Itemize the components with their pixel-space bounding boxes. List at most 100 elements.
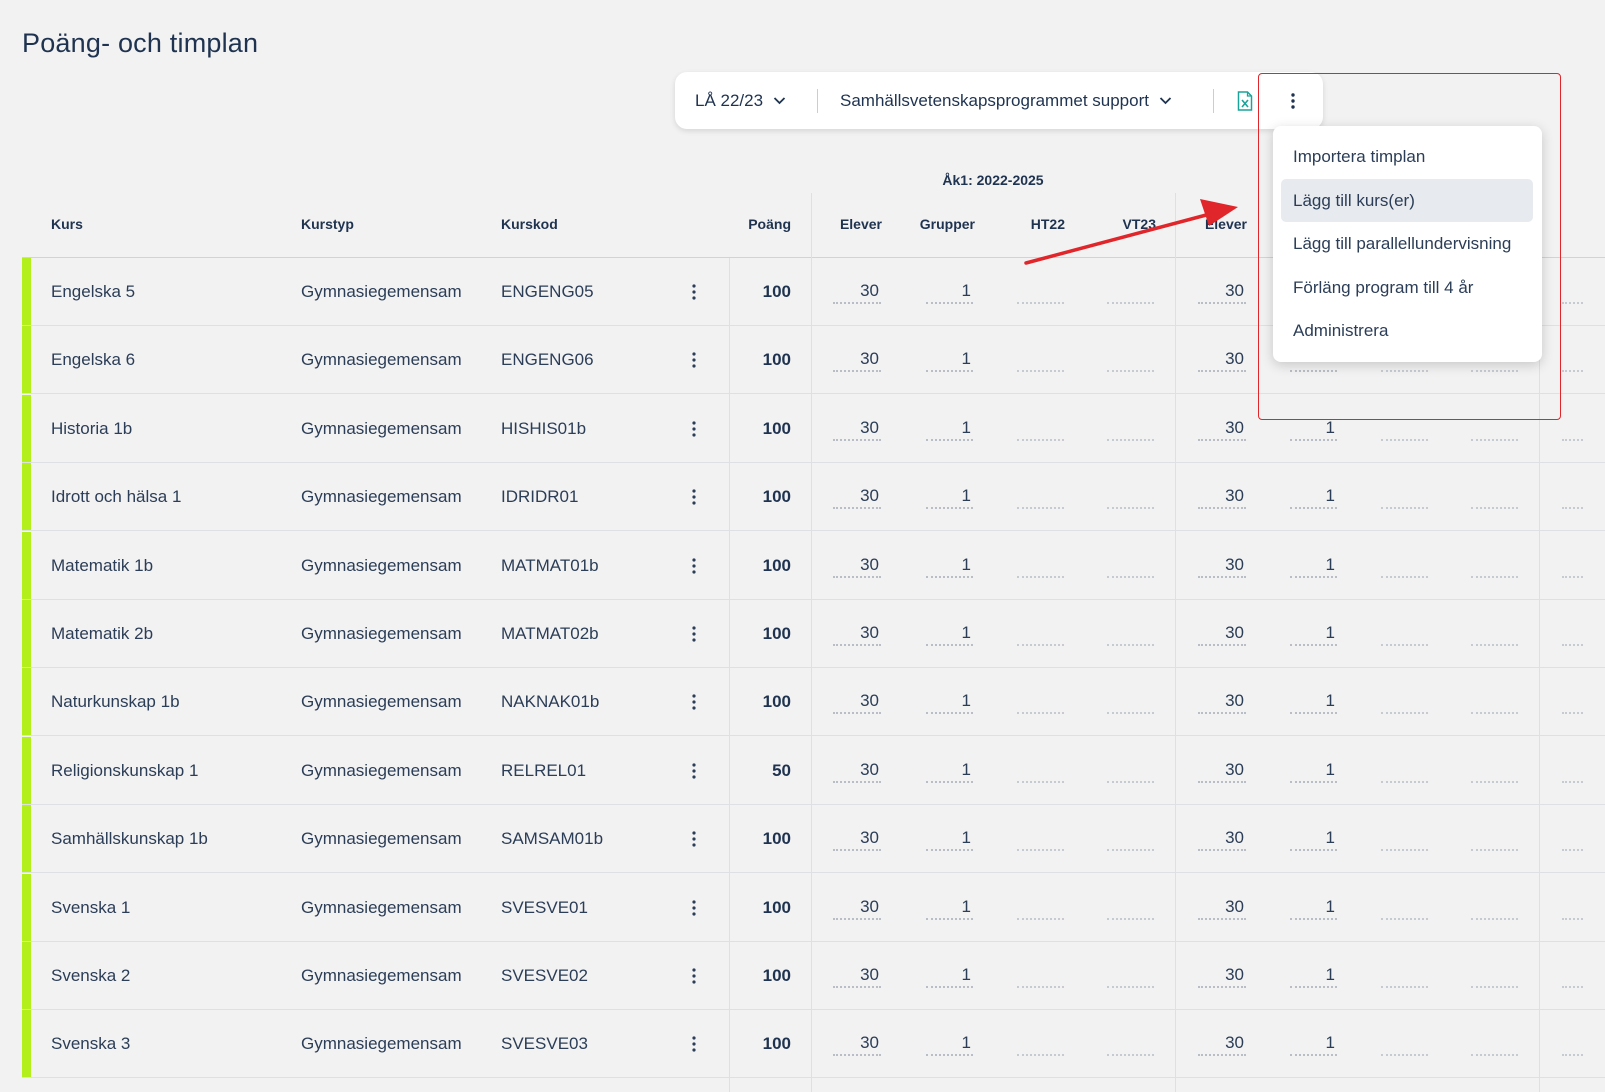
students-input-year2[interactable]: 30 — [1198, 757, 1246, 783]
column-header-kurskod[interactable]: Kurskod — [501, 216, 558, 232]
groups-input[interactable]: 1 — [926, 962, 973, 988]
term-input-year2[interactable] — [1381, 415, 1428, 441]
students-input-year2[interactable]: 30 — [1198, 278, 1246, 304]
ht22-input[interactable] — [1017, 483, 1064, 510]
term-input-year3[interactable] — [1562, 620, 1583, 646]
menu-item-add-courses[interactable]: Lägg till kurs(er) — [1281, 179, 1533, 222]
term-input-year2[interactable] — [1471, 757, 1518, 783]
students-input-year2[interactable]: 30 — [1198, 688, 1246, 715]
term-input-year2[interactable] — [1471, 825, 1518, 852]
groups-input-year2[interactable]: 1 — [1290, 415, 1337, 441]
term-input-year3[interactable] — [1562, 415, 1583, 441]
term-input-year3[interactable] — [1562, 552, 1583, 578]
students-input-year2[interactable]: 30 — [1198, 415, 1246, 441]
groups-input[interactable]: 1 — [926, 278, 973, 304]
groups-input[interactable]: 1 — [926, 483, 973, 510]
term-input-year2[interactable] — [1381, 894, 1428, 920]
students-input[interactable]: 30 — [833, 1030, 881, 1057]
term-input-year2[interactable] — [1471, 962, 1518, 988]
students-input-year2[interactable]: 30 — [1198, 962, 1246, 988]
ht22-input[interactable] — [1017, 962, 1064, 988]
row-more-icon[interactable] — [691, 419, 697, 439]
excel-export-icon[interactable] — [1237, 91, 1253, 111]
term-input-year2[interactable] — [1381, 483, 1428, 510]
students-input[interactable]: 30 — [833, 552, 881, 578]
term-input-year3[interactable] — [1562, 1030, 1583, 1057]
row-more-icon[interactable] — [691, 692, 697, 712]
program-select[interactable]: Samhällsvetenskapsprogrammet support — [840, 72, 1172, 129]
vt23-input[interactable] — [1107, 552, 1154, 578]
vt23-input[interactable] — [1107, 962, 1154, 988]
year-select[interactable]: LÅ 22/23 — [695, 72, 786, 129]
vt23-input[interactable] — [1107, 483, 1154, 510]
groups-input[interactable]: 1 — [926, 1030, 973, 1057]
row-more-icon[interactable] — [691, 898, 697, 918]
menu-item-import-timeplan[interactable]: Importera timplan — [1281, 135, 1533, 178]
groups-input-year2[interactable]: 1 — [1290, 552, 1337, 578]
term-input-year2[interactable] — [1471, 1030, 1518, 1057]
students-input-year2[interactable]: 30 — [1198, 825, 1246, 852]
term-input-year2[interactable] — [1471, 415, 1518, 441]
more-vertical-icon[interactable] — [1283, 90, 1303, 112]
row-more-icon[interactable] — [691, 624, 697, 644]
vt23-input[interactable] — [1107, 825, 1154, 852]
term-input-year3[interactable] — [1562, 894, 1583, 920]
vt23-input[interactable] — [1107, 346, 1154, 373]
term-input-year3[interactable] — [1562, 825, 1583, 852]
vt23-input[interactable] — [1107, 620, 1154, 646]
vt23-input[interactable] — [1107, 1030, 1154, 1057]
students-input-year2[interactable]: 30 — [1198, 346, 1246, 373]
groups-input-year2[interactable]: 1 — [1290, 1030, 1337, 1057]
students-input[interactable]: 30 — [833, 278, 881, 304]
term-input-year2[interactable] — [1471, 894, 1518, 920]
students-input-year2[interactable]: 30 — [1198, 620, 1246, 646]
ht22-input[interactable] — [1017, 415, 1064, 441]
groups-input[interactable]: 1 — [926, 688, 973, 715]
vt23-input[interactable] — [1107, 757, 1154, 783]
term-input-year2[interactable] — [1381, 1030, 1428, 1057]
groups-input[interactable]: 1 — [926, 894, 973, 920]
ht22-input[interactable] — [1017, 278, 1064, 304]
column-header-poang[interactable]: Poäng — [720, 216, 791, 232]
ht22-input[interactable] — [1017, 688, 1064, 715]
ht22-input[interactable] — [1017, 620, 1064, 646]
groups-input-year2[interactable]: 1 — [1290, 825, 1337, 852]
students-input-year2[interactable]: 30 — [1198, 1030, 1246, 1057]
row-more-icon[interactable] — [691, 966, 697, 986]
term-input-year3[interactable] — [1562, 483, 1583, 510]
students-input[interactable]: 30 — [833, 620, 881, 646]
vt23-input[interactable] — [1107, 278, 1154, 304]
groups-input-year2[interactable]: 1 — [1290, 962, 1337, 988]
students-input[interactable]: 30 — [833, 894, 881, 920]
students-input[interactable]: 30 — [833, 688, 881, 715]
term-input-year2[interactable] — [1381, 757, 1428, 783]
ht22-input[interactable] — [1017, 1030, 1064, 1057]
students-input[interactable]: 30 — [833, 962, 881, 988]
ht22-input[interactable] — [1017, 346, 1064, 373]
menu-item-extend-program[interactable]: Förläng program till 4 år — [1281, 266, 1533, 309]
groups-input-year2[interactable]: 1 — [1290, 688, 1337, 715]
students-input-year2[interactable]: 30 — [1198, 483, 1246, 510]
term-input-year2[interactable] — [1381, 620, 1428, 646]
groups-input[interactable]: 1 — [926, 620, 973, 646]
term-input-year3[interactable] — [1562, 962, 1583, 988]
term-input-year2[interactable] — [1471, 483, 1518, 510]
term-input-year3[interactable] — [1562, 278, 1583, 304]
students-input-year2[interactable]: 30 — [1198, 894, 1246, 920]
term-input-year2[interactable] — [1381, 962, 1428, 988]
term-input-year2[interactable] — [1381, 825, 1428, 852]
menu-item-administer[interactable]: Administrera — [1281, 309, 1533, 352]
groups-input-year2[interactable]: 1 — [1290, 757, 1337, 783]
row-more-icon[interactable] — [691, 487, 697, 507]
row-more-icon[interactable] — [691, 282, 697, 302]
ht22-input[interactable] — [1017, 894, 1064, 920]
column-header-kurstyp[interactable]: Kurstyp — [301, 216, 354, 232]
groups-input[interactable]: 1 — [926, 346, 973, 373]
term-input-year3[interactable] — [1562, 688, 1583, 715]
row-more-icon[interactable] — [691, 761, 697, 781]
row-more-icon[interactable] — [691, 556, 697, 576]
term-input-year2[interactable] — [1471, 620, 1518, 646]
students-input[interactable]: 30 — [833, 346, 881, 373]
ht22-input[interactable] — [1017, 825, 1064, 852]
students-input[interactable]: 30 — [833, 825, 881, 852]
